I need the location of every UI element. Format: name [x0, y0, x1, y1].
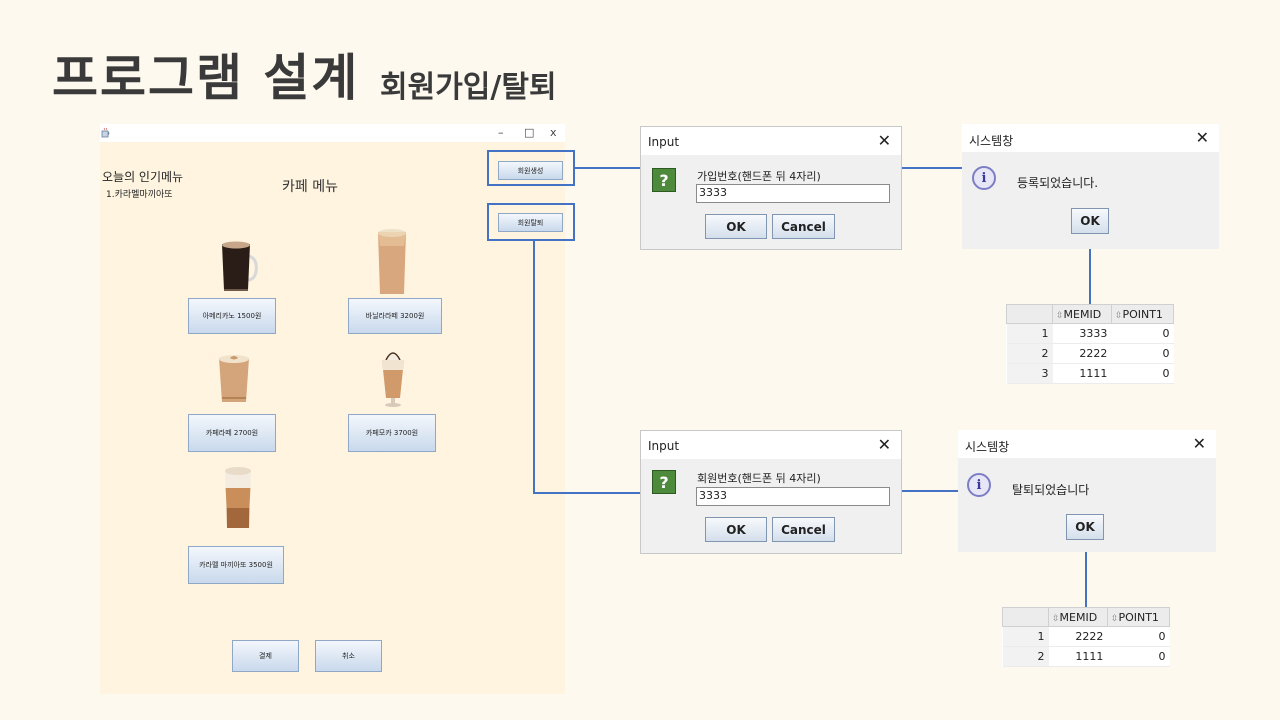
- member-number-input[interactable]: 3333: [696, 487, 890, 506]
- connector-leave-to-input: [533, 492, 641, 494]
- connector-join-result-to-table: [1089, 249, 1091, 305]
- ok-button[interactable]: OK: [1066, 514, 1104, 540]
- dialog-title: 시스템창: [965, 440, 1010, 454]
- cancel-button[interactable]: Cancel: [772, 517, 835, 542]
- column-header[interactable]: ⇳POINT1: [1106, 607, 1171, 627]
- cafe-menu-title: 카페 메뉴: [282, 179, 338, 195]
- leave-prompt-label: 회원번호(핸드폰 뒤 4자리): [697, 472, 821, 485]
- member-table-after-join: ⇳MEMID ⇳POINT1 1 3333 0 2 2222 0 3 1111 …: [1006, 304, 1175, 384]
- connector-leave-vertical: [533, 241, 535, 494]
- connector-leave-input-to-result: [901, 490, 958, 492]
- cafe-mocha-glass-icon: [382, 352, 404, 407]
- caramel-macchiato-button[interactable]: 카라멜 마끼아또 3500원: [188, 546, 284, 584]
- vanilla-latte-button[interactable]: 바닐라라떼 3200원: [348, 298, 442, 334]
- leave-input-dialog: Input ✕ ? 회원번호(핸드폰 뒤 4자리) 3333 OK Cancel: [640, 430, 902, 554]
- popular-menu-item: 1.카라멜마끼아또: [106, 190, 173, 200]
- leave-result-dialog: 시스템창 ✕ i 탈퇴되었습니다 OK: [958, 430, 1216, 552]
- member-table-after-leave: ⇳MEMID ⇳POINT1 1 2222 0 2 1111 0: [1002, 607, 1171, 667]
- vanilla-latte-glass-icon: [378, 229, 406, 294]
- join-number-input[interactable]: 3333: [696, 184, 890, 203]
- information-icon: i: [967, 473, 991, 497]
- column-header[interactable]: ⇳POINT1: [1110, 304, 1175, 324]
- ok-button[interactable]: OK: [705, 214, 767, 239]
- close-icon[interactable]: ✕: [1193, 434, 1206, 453]
- cafe-latte-cup-icon: [219, 355, 249, 402]
- caramel-macchiato-glass-icon: [225, 467, 251, 528]
- ok-button[interactable]: OK: [705, 517, 767, 542]
- maximize-button[interactable]: □: [524, 126, 534, 139]
- close-icon[interactable]: ✕: [878, 435, 891, 454]
- question-icon: ?: [652, 168, 676, 192]
- join-button-highlight: [487, 150, 575, 186]
- ok-button[interactable]: OK: [1071, 208, 1109, 234]
- app-titlebar: – □ x: [100, 124, 565, 142]
- join-prompt-label: 가입번호(핸드폰 뒤 4자리): [697, 170, 821, 183]
- table-row[interactable]: 1 3333 0: [1006, 323, 1174, 344]
- dialog-title: Input: [648, 135, 680, 149]
- leave-button-highlight: [487, 203, 575, 241]
- pay-button[interactable]: 결제: [232, 640, 299, 672]
- dialog-title: 시스템창: [969, 134, 1014, 148]
- slide-title: 프로그램 설계: [52, 49, 360, 107]
- popular-menu-title: 오늘의 인기메뉴: [102, 170, 184, 184]
- column-header[interactable]: ⇳MEMID: [1048, 607, 1108, 627]
- connector-join-to-input: [575, 167, 641, 169]
- leave-result-message: 탈퇴되었습니다: [1012, 483, 1090, 497]
- close-icon[interactable]: ✕: [1196, 128, 1209, 147]
- join-result-message: 등록되었습니다.: [1017, 176, 1099, 190]
- question-icon: ?: [652, 470, 676, 494]
- slide-subtitle: 회원가입/탈퇴: [380, 70, 557, 105]
- dialog-title: Input: [648, 439, 680, 453]
- column-header[interactable]: ⇳MEMID: [1052, 304, 1112, 324]
- table-row[interactable]: 1 2222 0: [1002, 626, 1170, 647]
- connector-join-input-to-result: [901, 167, 963, 169]
- join-result-dialog: 시스템창 ✕ i 등록되었습니다. OK: [962, 124, 1219, 249]
- cafe-latte-button[interactable]: 카페라떼 2700원: [188, 414, 276, 452]
- americano-button[interactable]: 아메리카노 1500원: [188, 298, 276, 334]
- cancel-order-button[interactable]: 취소: [315, 640, 382, 672]
- table-row[interactable]: 2 2222 0: [1006, 343, 1174, 364]
- information-icon: i: [972, 166, 996, 190]
- table-row[interactable]: 2 1111 0: [1002, 646, 1170, 667]
- cancel-button[interactable]: Cancel: [772, 214, 835, 239]
- table-row[interactable]: 3 1111 0: [1006, 363, 1174, 384]
- minimize-button[interactable]: –: [498, 126, 504, 139]
- close-icon[interactable]: ✕: [878, 131, 891, 150]
- connector-leave-result-to-table: [1085, 552, 1087, 608]
- americano-cup-icon: [222, 241, 258, 291]
- close-button[interactable]: x: [550, 126, 557, 139]
- java-cup-icon: [101, 127, 110, 138]
- cafe-mocha-button[interactable]: 카페모카 3700원: [348, 414, 436, 452]
- join-input-dialog: Input ✕ ? 가입번호(핸드폰 뒤 4자리) 3333 OK Cancel: [640, 126, 902, 250]
